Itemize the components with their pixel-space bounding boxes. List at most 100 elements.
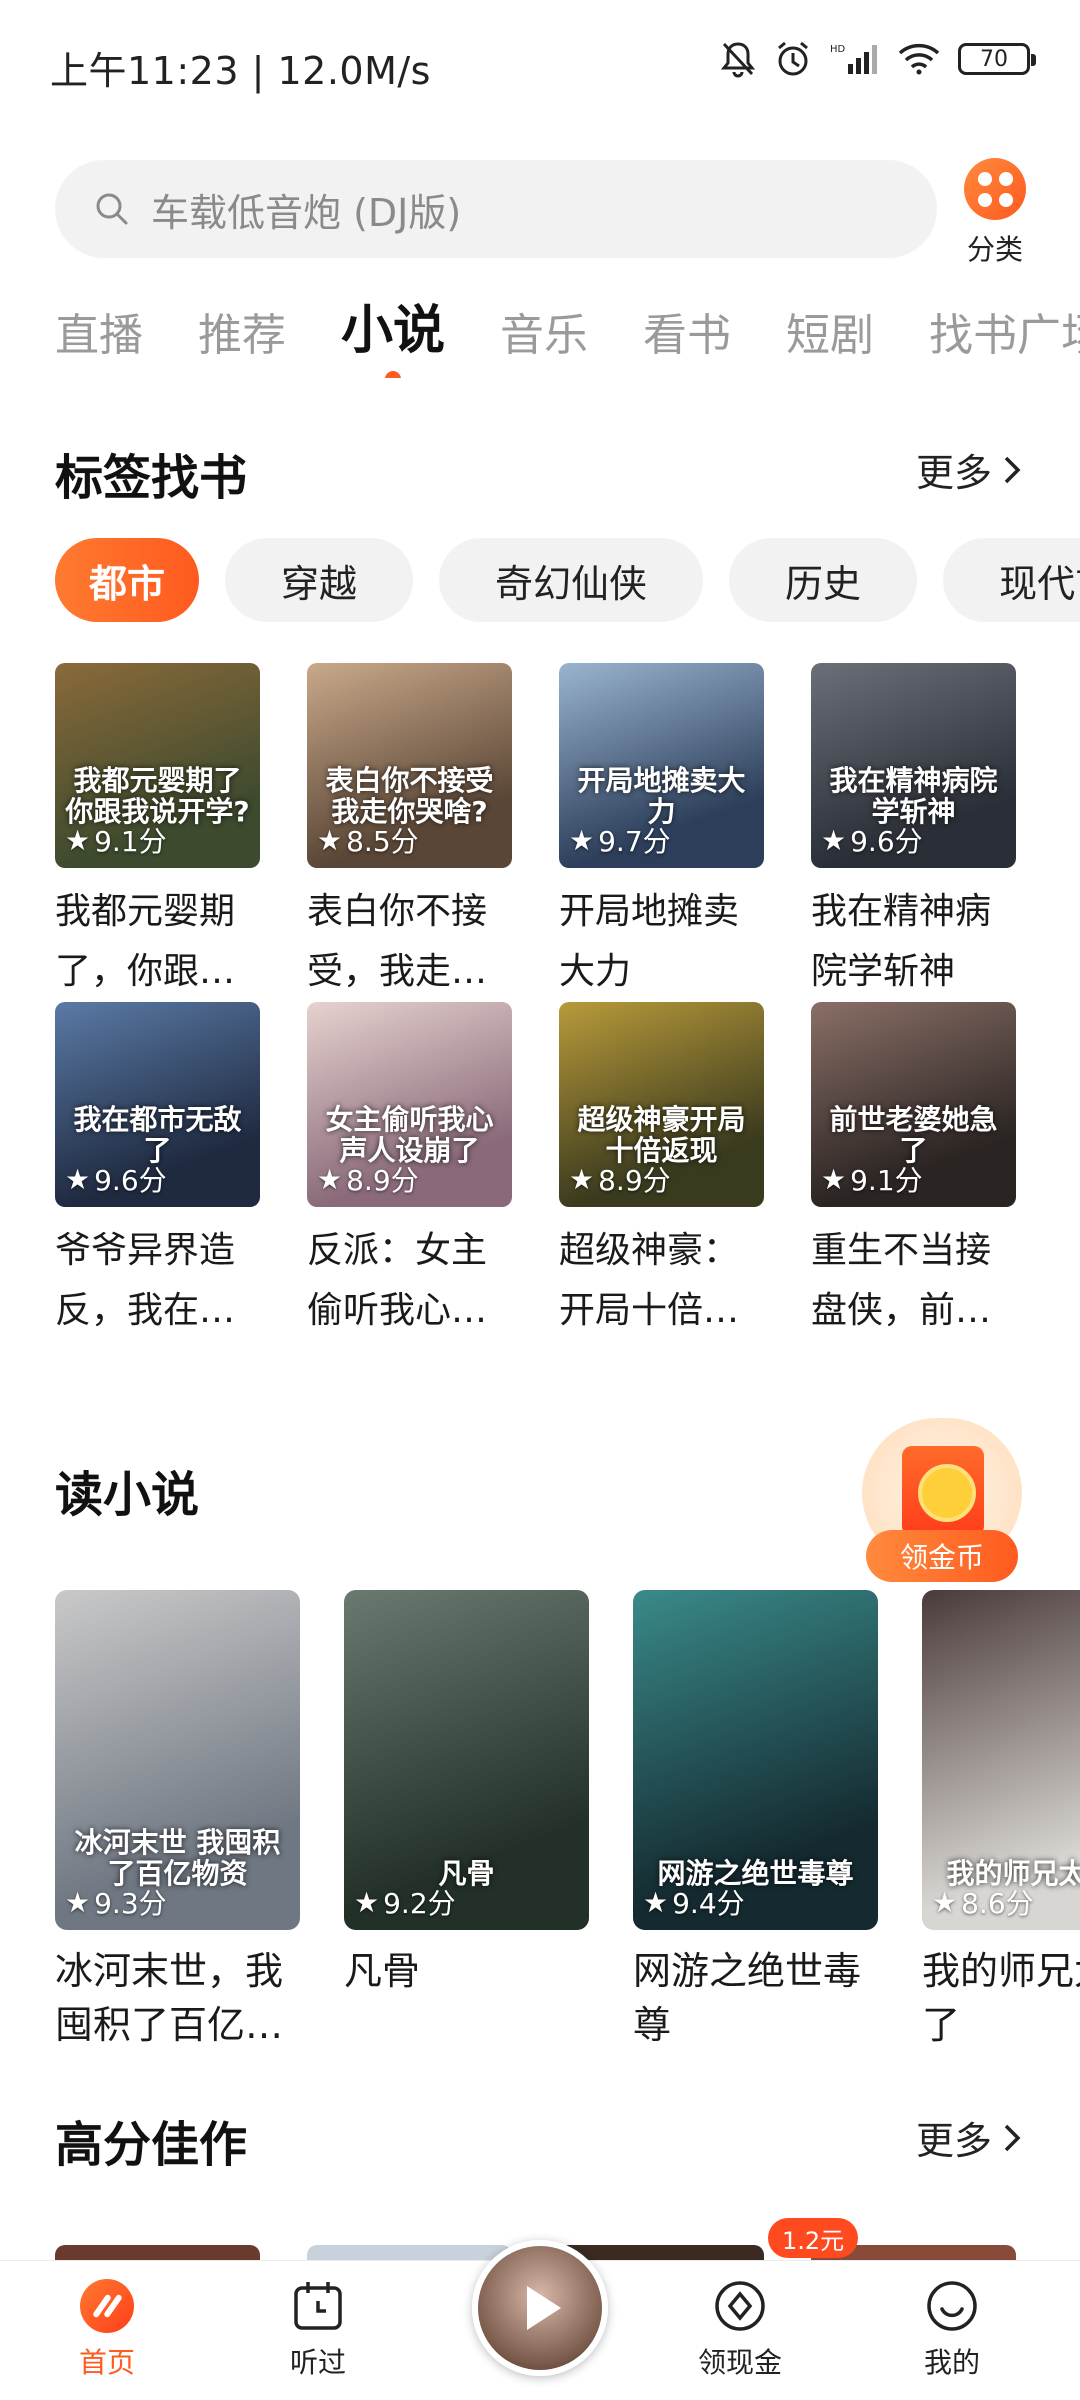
book-title: 重生不当接盘侠，前世老婆她急了 xyxy=(811,1230,992,1331)
chip-modern-romance[interactable]: 现代言情 xyxy=(943,538,1080,622)
play-icon xyxy=(527,2286,561,2330)
nav-cash[interactable]: 领现金 xyxy=(660,2279,820,2381)
book-title: 我的师兄太强了 xyxy=(922,1949,1080,2047)
book-cover: 超级神豪开局十倍返现 ★ 8.9分 xyxy=(559,1002,764,1207)
rating-badge: ★ 9.4分 xyxy=(643,1882,745,1922)
more-label: 更多 xyxy=(915,2119,992,2163)
nav-history-label: 听过 xyxy=(289,2346,346,2379)
star-icon: ★ xyxy=(354,1885,380,1919)
book-cover: 表白你不接受我走你哭啥? ★ 8.5分 xyxy=(307,663,512,868)
status-time-speed: 上午11:23 | 12.0M/s xyxy=(50,49,431,93)
nav-cash-label: 领现金 xyxy=(697,2346,782,2379)
book-card[interactable]: 前世老婆她急了★9.1分重生不当接盘侠，前世老婆她急了 xyxy=(811,1002,1016,1341)
star-icon: ★ xyxy=(821,823,847,857)
bell-muted-icon xyxy=(720,42,756,78)
search-input[interactable]: 车载低音炮 (DJ版) xyxy=(55,160,937,258)
now-playing-disc[interactable] xyxy=(472,2240,608,2376)
book-card[interactable]: 网游之绝世毒尊 ★ 9.4分网游之绝世毒尊 xyxy=(633,1590,878,2052)
book-cover: 冰河末世 我囤积了百亿物资 ★ 9.3分 xyxy=(55,1590,300,1930)
book-cover: 凡骨 ★ 9.2分 xyxy=(344,1590,589,1930)
rating-value: 9.6分 xyxy=(94,1164,167,1197)
chip-history[interactable]: 历史 xyxy=(729,538,918,622)
book-card[interactable]: 我在精神病院学斩神 ★ 9.6分 我在精神病院学斩神 xyxy=(811,663,1016,1002)
rating-badge: ★ 9.3分 xyxy=(65,1882,167,1922)
status-icons: HD 70 xyxy=(720,40,1036,78)
cover-title-art: 开局地摊卖大力 xyxy=(577,764,746,829)
rating-value: 8.9分 xyxy=(598,1164,671,1197)
rating-value: 9.4分 xyxy=(672,1887,745,1920)
chip-fantasy[interactable]: 奇幻仙侠 xyxy=(439,538,704,622)
novel-row: 冰河末世 我囤积了百亿物资★9.3分冰河末世，我囤积了百亿物资凡骨★9.2分凡骨… xyxy=(55,1590,1080,2060)
book-title: 反派：女主偷听我心声人设崩了 xyxy=(307,1230,488,1331)
book-card[interactable]: 我的师兄太强了★8.6分我的师兄太强了 xyxy=(922,1590,1080,2052)
rating-badge: ★ 9.2分 xyxy=(354,1882,456,1922)
category-label: 分类 xyxy=(966,233,1023,266)
book-cover: 网游之绝世毒尊 ★ 9.4分 xyxy=(633,1590,878,1930)
book-cover: 女主偷听我心声人设崩了 ★ 8.9分 xyxy=(307,1002,512,1207)
book-title: 网游之绝世毒尊 xyxy=(633,1949,862,2047)
star-icon: ★ xyxy=(569,823,595,857)
star-icon: ★ xyxy=(821,1162,847,1196)
book-cover: 我的师兄太强了★8.6分 xyxy=(922,1590,1080,1930)
book-title: 表白你不接受，我走了你哭啥？ xyxy=(307,891,488,992)
cover-title-art: 我在都市无敌了 xyxy=(73,1103,242,1168)
rating-value: 8.6分 xyxy=(961,1887,1034,1920)
nav-history[interactable]: 听过 xyxy=(238,2279,398,2381)
book-cover: 我在都市无敌了 ★ 9.6分 xyxy=(55,1002,260,1207)
cover-title-art: 冰河末世 我囤积了百亿物资 xyxy=(74,1826,281,1891)
rating-badge: ★ 9.6分 xyxy=(65,1159,167,1199)
battery-icon: 70 xyxy=(958,43,1036,75)
star-icon: ★ xyxy=(65,1885,91,1919)
rating-value: 8.9分 xyxy=(346,1164,419,1197)
book-card[interactable]: 表白你不接受我走你哭啥?★8.5分表白你不接受，我走了你哭啥？ xyxy=(307,663,512,1002)
cover-title-art: 我都元婴期了你跟我说开学? xyxy=(65,764,250,829)
book-card[interactable]: 开局地摊卖大力 ★ 9.7分 开局地摊卖大力 xyxy=(559,663,764,1002)
tab-recommend[interactable]: 推荐 xyxy=(198,299,286,363)
coin-label: 领金币 xyxy=(866,1530,1018,1582)
book-cover: 我都元婴期了你跟我说开学? ★ 9.1分 xyxy=(55,663,260,868)
rating-value: 9.1分 xyxy=(850,1164,923,1197)
rating-value: 8.5分 xyxy=(346,825,419,858)
tag-chips: 都市穿越奇幻仙侠历史现代言情 xyxy=(55,538,1080,622)
book-card[interactable]: 女主偷听我心声人设崩了★8.9分反派：女主偷听我心声人设崩了 xyxy=(307,1002,512,1341)
tab-music[interactable]: 音乐 xyxy=(500,299,588,363)
book-cover: 开局地摊卖大力 ★ 9.7分 xyxy=(559,663,764,868)
chevron-right-icon xyxy=(1004,456,1021,483)
book-card[interactable]: 我都元婴期了你跟我说开学?★9.1分我都元婴期了，你跟我说开学？ xyxy=(55,663,260,1002)
home-icon xyxy=(80,2279,134,2333)
book-card[interactable]: 冰河末世 我囤积了百亿物资★9.3分冰河末世，我囤积了百亿物资 xyxy=(55,1590,300,2052)
cover-title-art: 前世老婆她急了 xyxy=(829,1103,998,1168)
more-label: 更多 xyxy=(915,451,992,495)
tab-live[interactable]: 直播 xyxy=(55,299,143,363)
chip-time-travel[interactable]: 穿越 xyxy=(225,538,414,622)
star-icon: ★ xyxy=(643,1885,669,1919)
active-tab-indicator xyxy=(385,371,401,378)
search-placeholder: 车载低音炮 (DJ版) xyxy=(151,190,462,235)
chevron-right-icon xyxy=(1004,2124,1021,2151)
chip-urban[interactable]: 都市 xyxy=(55,538,200,622)
book-title: 凡骨 xyxy=(344,1949,421,1993)
gold-coin-float[interactable]: 领金币 xyxy=(862,1418,1022,1588)
tab-book-plaza[interactable]: 找书广场 xyxy=(929,299,1080,363)
rating-value: 9.3分 xyxy=(94,1887,167,1920)
book-title: 我都元婴期了，你跟我说开学？ xyxy=(55,891,236,992)
book-card[interactable]: 超级神豪开局十倍返现★8.9分超级神豪：开局十倍返现 xyxy=(559,1002,764,1341)
more-link-tags[interactable]: 更多 xyxy=(916,442,1022,497)
cash-badge: 1.2元 xyxy=(768,2218,859,2258)
rating-badge: ★ 9.6分 xyxy=(821,820,923,860)
book-card[interactable]: 凡骨 ★ 9.2分凡骨 xyxy=(344,1590,589,2052)
star-icon: ★ xyxy=(317,1162,343,1196)
tab-read-books[interactable]: 看书 xyxy=(643,299,731,363)
more-link-high-score[interactable]: 更多 xyxy=(916,2110,1022,2165)
nav-home-label: 首页 xyxy=(78,2346,135,2379)
rating-badge: ★ 8.9分 xyxy=(569,1159,671,1199)
tab-short-drama[interactable]: 短剧 xyxy=(786,299,874,363)
nav-home[interactable]: 首页 xyxy=(27,2279,187,2381)
book-card[interactable]: 我在都市无敌了★9.6分爷爷异界造反，我在都市无敌了 xyxy=(55,1002,260,1341)
tab-novel[interactable]: 小说 xyxy=(341,288,445,378)
section-title-read: 读小说 xyxy=(55,1467,200,1523)
rating-value: 9.6分 xyxy=(850,825,923,858)
category-button[interactable]: 分类 xyxy=(955,158,1035,268)
book-title: 冰河末世，我囤积了百亿物资 xyxy=(55,1949,284,2047)
nav-me[interactable]: 我的 xyxy=(872,2279,1032,2381)
